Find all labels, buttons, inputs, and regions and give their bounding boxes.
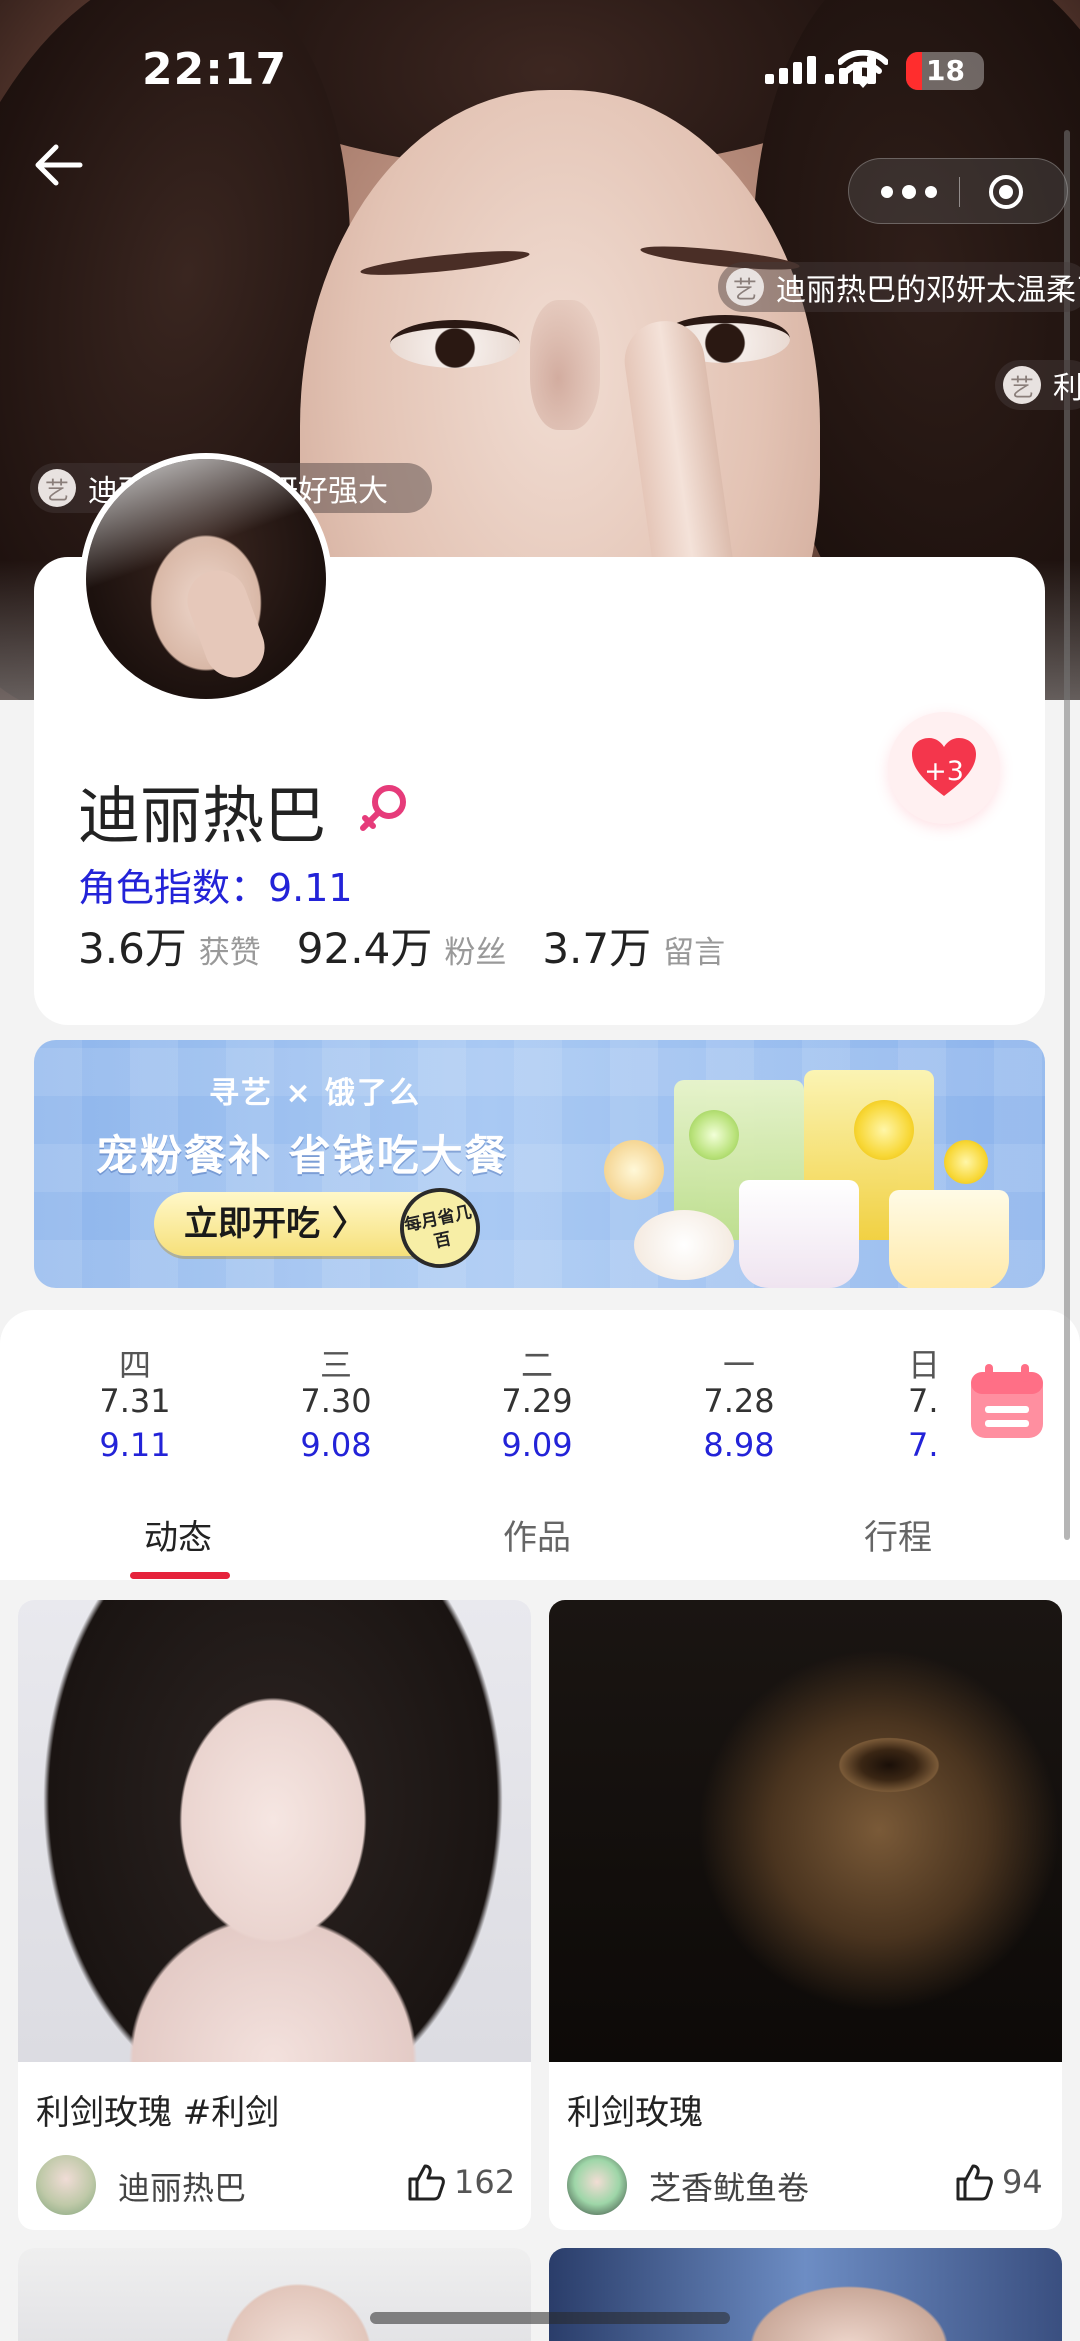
like-count: 162 bbox=[454, 2163, 516, 2201]
day-date: 7.31 bbox=[99, 1382, 171, 1420]
tab-dynamics[interactable]: 动态 bbox=[144, 1510, 212, 1559]
calendar-icon[interactable] bbox=[967, 1362, 1047, 1442]
heart-plus-count: +3 bbox=[924, 756, 964, 787]
battery-icon: 18 bbox=[906, 52, 984, 90]
profile-stats: 3.6万 获赞 92.4万 粉丝 3.7万 留言 bbox=[78, 915, 761, 976]
danmaku-text: 迪丽热巴的邓妍太温柔了 bbox=[776, 273, 1080, 308]
day-date: 7.30 bbox=[300, 1382, 372, 1420]
day-item[interactable]: 二 7.29 9.09 bbox=[462, 1340, 612, 1464]
likes-label: 获赞 bbox=[198, 935, 261, 971]
day-item[interactable]: 四 7.31 9.11 bbox=[60, 1340, 210, 1464]
danmaku-comment: 艺 迪丽热巴的邓妍太温柔了 bbox=[718, 262, 1080, 312]
miniprogram-capsule bbox=[848, 158, 1068, 224]
female-gender-icon bbox=[360, 785, 406, 831]
role-index: 角色指数：9.11 bbox=[78, 866, 353, 910]
feed-image[interactable] bbox=[549, 2248, 1062, 2341]
close-miniprogram-icon[interactable] bbox=[987, 173, 1025, 211]
feed-image[interactable] bbox=[549, 1600, 1062, 2062]
like-count: 94 bbox=[1002, 2163, 1043, 2201]
author-name[interactable]: 迪丽热巴 bbox=[118, 2163, 246, 2209]
day-score: 8.98 bbox=[703, 1426, 775, 1464]
danmaku-avatar-icon: 艺 bbox=[38, 469, 76, 507]
content-tabs: 动态 作品 行程 bbox=[0, 1490, 1080, 1580]
wifi-icon bbox=[838, 50, 888, 88]
day-score: 9.08 bbox=[300, 1426, 372, 1464]
feed-card[interactable]: 利剑玫瑰 #利剑 迪丽热巴 162 bbox=[18, 1600, 531, 2230]
more-options-icon[interactable] bbox=[879, 181, 939, 203]
author-name[interactable]: 芝香鱿鱼卷 bbox=[649, 2163, 809, 2209]
day-weekday: 三 bbox=[319, 1346, 352, 1384]
home-indicator bbox=[370, 2312, 730, 2324]
profile-avatar[interactable] bbox=[80, 453, 332, 705]
day-score: 7. bbox=[908, 1426, 939, 1464]
day-score: 9.09 bbox=[501, 1426, 573, 1464]
feed-card[interactable]: 利剑玫瑰 芝香鱿鱼卷 94 bbox=[549, 1600, 1062, 2230]
danmaku-comment: 艺 利 bbox=[995, 360, 1080, 410]
day-date: 7.29 bbox=[501, 1382, 573, 1420]
day-item[interactable]: 日 7. 7. bbox=[866, 1340, 946, 1464]
profile-name: 迪丽热巴 bbox=[78, 779, 327, 852]
banner-slogan: 宠粉餐补 省钱吃大餐 bbox=[96, 1131, 509, 1180]
scrollbar[interactable] bbox=[1064, 130, 1070, 1540]
danmaku-avatar-icon: 艺 bbox=[1003, 366, 1041, 404]
day-weekday: 日 bbox=[908, 1346, 941, 1384]
comments-label: 留言 bbox=[663, 935, 726, 971]
feed-title: 利剑玫瑰 #利剑 bbox=[36, 2093, 280, 2133]
status-bar: 22:17 18 bbox=[0, 0, 1080, 140]
status-time: 22:17 bbox=[142, 44, 288, 95]
day-item[interactable]: 一 7.28 8.98 bbox=[664, 1340, 814, 1464]
feed-card[interactable] bbox=[18, 2248, 531, 2341]
back-arrow-icon[interactable] bbox=[30, 135, 90, 195]
feed-title: 利剑玫瑰 bbox=[567, 2093, 703, 2133]
day-date: 7.28 bbox=[703, 1382, 775, 1420]
day-score: 9.11 bbox=[99, 1426, 171, 1464]
like-button[interactable]: 162 bbox=[406, 2162, 515, 2202]
tab-schedule[interactable]: 行程 bbox=[864, 1510, 932, 1559]
send-heart-button[interactable]: +3 bbox=[888, 712, 1000, 824]
author-avatar[interactable] bbox=[567, 2155, 627, 2215]
comments-count: 3.7万 bbox=[542, 924, 652, 973]
promo-banner[interactable]: 寻艺 × 饿了么 宠粉餐补 省钱吃大餐 立即开吃 〉 每月省几百 bbox=[34, 1040, 1045, 1288]
day-weekday: 二 bbox=[520, 1346, 553, 1384]
day-date: 7. bbox=[908, 1382, 939, 1420]
banner-brand: 寻艺 × 饿了么 bbox=[209, 1076, 422, 1111]
battery-level: 18 bbox=[926, 54, 965, 87]
feed-card[interactable] bbox=[549, 2248, 1062, 2341]
like-button[interactable]: 94 bbox=[954, 2162, 1043, 2202]
fans-label: 粉丝 bbox=[444, 935, 507, 971]
day-item[interactable]: 三 7.30 9.08 bbox=[261, 1340, 411, 1464]
danmaku-text: 利 bbox=[1053, 371, 1080, 406]
fans-count: 92.4万 bbox=[296, 924, 433, 973]
day-weekday: 四 bbox=[118, 1346, 151, 1384]
feed-image[interactable] bbox=[18, 2248, 531, 2341]
likes-count: 3.6万 bbox=[78, 924, 187, 973]
tab-works[interactable]: 作品 bbox=[503, 1510, 571, 1559]
day-weekday: 一 bbox=[722, 1346, 755, 1384]
feed-image[interactable] bbox=[18, 1600, 531, 2062]
thumbs-up-icon bbox=[408, 2164, 445, 2201]
author-avatar[interactable] bbox=[36, 2155, 96, 2215]
thumbs-up-icon bbox=[956, 2164, 993, 2201]
active-tab-indicator bbox=[130, 1572, 230, 1579]
danmaku-avatar-icon: 艺 bbox=[726, 268, 764, 306]
